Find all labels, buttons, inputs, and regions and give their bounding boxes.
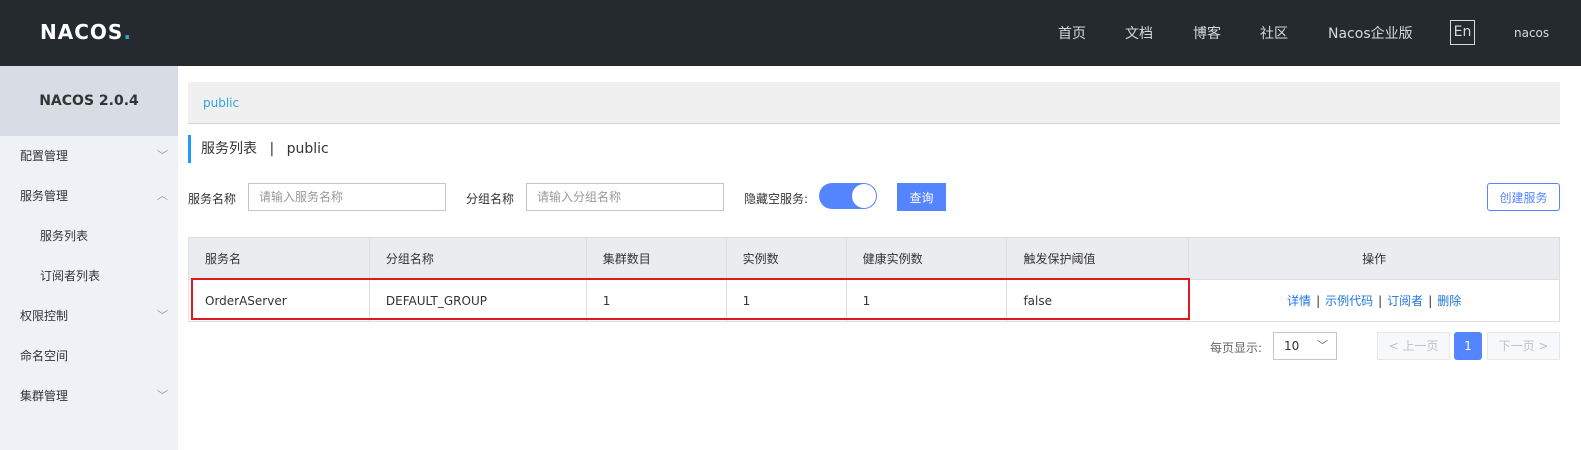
page-size-label: 每页显示:	[1210, 341, 1263, 355]
sidebar-item-label: 订阅者列表	[40, 269, 101, 283]
sidebar-item-subscriber-list[interactable]: 订阅者列表	[0, 256, 178, 296]
cell-instance-count: 1	[726, 279, 847, 322]
namespace-link-public[interactable]: public	[203, 96, 239, 110]
chevron-down-icon: ﹀	[157, 389, 168, 402]
sidebar-item-label: 服务管理	[20, 189, 69, 203]
sidebar-item-access-control[interactable]: 权限控制 ﹀	[0, 296, 178, 336]
nav-community[interactable]: 社区	[1260, 23, 1288, 43]
cell-cluster-count: 1	[586, 279, 727, 322]
nav-docs[interactable]: 文档	[1125, 23, 1153, 43]
table-row: OrderAServer DEFAULT_GROUP 1 1 1 false 详…	[188, 279, 1560, 322]
toggle-knob	[852, 184, 876, 208]
create-service-button[interactable]: 创建服务	[1487, 183, 1560, 211]
op-separator: |	[1378, 294, 1383, 308]
sidebar-item-label: 服务列表	[40, 229, 89, 243]
query-button[interactable]: 查询	[897, 183, 946, 211]
column-header-protect-threshold: 触发保护阈值	[1006, 237, 1190, 280]
sidebar-item-namespace[interactable]: 命名空间	[0, 336, 178, 376]
page-title-separator: |	[269, 141, 275, 157]
column-header-group-name: 分组名称	[369, 237, 587, 280]
page-title-text: 服务列表	[201, 141, 257, 157]
sidebar-item-label: 权限控制	[20, 309, 69, 323]
cell-group-name: DEFAULT_GROUP	[369, 279, 587, 322]
chevron-up-icon: ︿	[157, 189, 168, 202]
group-name-input[interactable]	[526, 183, 724, 211]
cell-operations: 详情 | 示例代码 | 订阅者 | 删除	[1188, 279, 1560, 322]
cell-service-name: OrderAServer	[188, 279, 370, 322]
sidebar-item-service-management[interactable]: 服务管理 ︿	[0, 176, 178, 216]
op-separator: |	[1428, 294, 1433, 308]
delete-link[interactable]: 删除	[1437, 294, 1461, 308]
column-header-service-name: 服务名	[188, 237, 370, 280]
sidebar-item-label: 命名空间	[20, 349, 69, 363]
page-size-value: 10	[1284, 339, 1300, 353]
sample-code-link[interactable]: 示例代码	[1325, 294, 1373, 308]
column-header-healthy-instances: 健康实例数	[846, 237, 1008, 280]
sidebar-item-label: 配置管理	[20, 149, 69, 163]
language-toggle-button[interactable]: En	[1450, 20, 1475, 45]
column-header-instance-count: 实例数	[726, 237, 847, 280]
table-header-row: 服务名 分组名称 集群数目 实例数 健康实例数 触发保护阈值 操作	[188, 237, 1560, 280]
cell-healthy-instances: 1	[846, 279, 1008, 322]
op-separator: |	[1316, 294, 1321, 308]
page-title-namespace: public	[286, 141, 329, 157]
sidebar-item-label: 集群管理	[20, 389, 69, 403]
column-header-cluster-count: 集群数目	[586, 237, 727, 280]
nav-blog[interactable]: 博客	[1193, 23, 1221, 43]
next-page-button[interactable]: 下一页 >	[1487, 332, 1560, 360]
page-number-1[interactable]: 1	[1454, 332, 1482, 360]
chevron-down-icon: ﹀	[1317, 339, 1328, 352]
hide-empty-services-toggle[interactable]	[819, 183, 877, 209]
page-size-select[interactable]: 10 ﹀	[1273, 332, 1337, 360]
nav-enterprise[interactable]: Nacos企业版	[1328, 23, 1413, 43]
cell-protect-threshold: false	[1006, 279, 1190, 322]
hide-empty-label: 隐藏空服务:	[744, 192, 809, 206]
group-name-label: 分组名称	[466, 192, 515, 206]
subscribers-link[interactable]: 订阅者	[1387, 294, 1423, 308]
sidebar-item-config-management[interactable]: 配置管理 ﹀	[0, 136, 178, 176]
nav-home[interactable]: 首页	[1058, 23, 1086, 43]
page-title: 服务列表 | public	[188, 135, 329, 163]
top-navbar: NACOS. 首页 文档 博客 社区 Nacos企业版 En nacos	[0, 0, 1581, 66]
chevron-down-icon: ﹀	[157, 309, 168, 322]
prev-page-button[interactable]: < 上一页	[1377, 332, 1450, 360]
nacos-logo[interactable]: NACOS.	[40, 20, 132, 44]
user-menu[interactable]: nacos	[1514, 26, 1549, 40]
sidebar-item-service-list[interactable]: 服务列表	[0, 216, 178, 256]
chevron-down-icon: ﹀	[157, 149, 168, 162]
service-name-label: 服务名称	[188, 192, 237, 206]
detail-link[interactable]: 详情	[1287, 294, 1311, 308]
sidebar: NACOS 2.0.4 配置管理 ﹀ 服务管理 ︿ 服务列表 订阅者列表 权限控…	[0, 66, 178, 450]
namespace-bar: public	[188, 82, 1560, 124]
column-header-operations: 操作	[1188, 237, 1560, 280]
service-name-input[interactable]	[248, 183, 446, 211]
sidebar-version-title: NACOS 2.0.4	[0, 66, 178, 136]
service-table: 服务名 分组名称 集群数目 实例数 健康实例数 触发保护阈值 操作 OrderA…	[188, 237, 1560, 322]
sidebar-item-cluster-management[interactable]: 集群管理 ﹀	[0, 376, 178, 416]
